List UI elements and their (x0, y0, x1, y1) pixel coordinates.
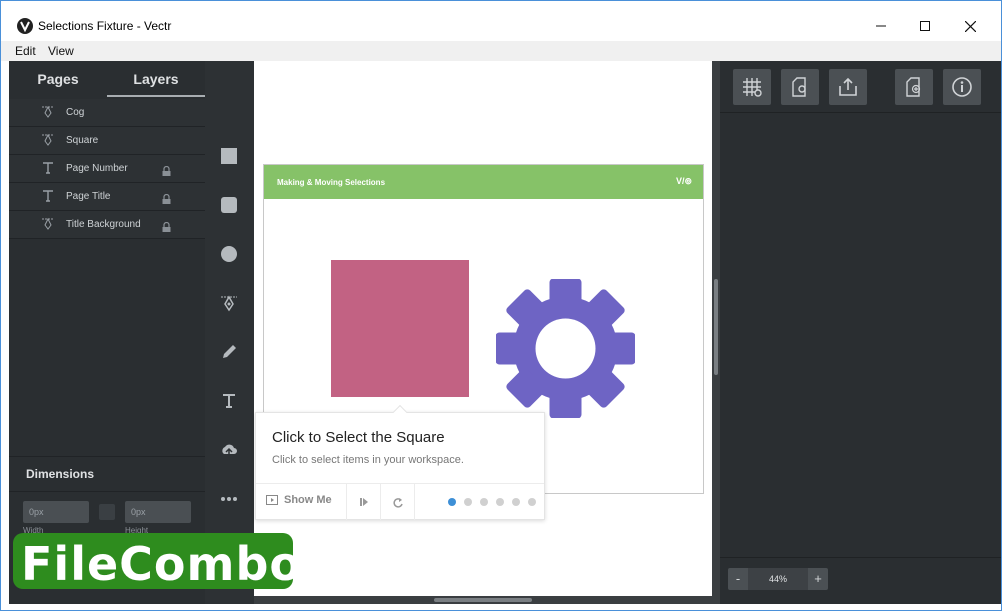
right-panel: - 44% + (720, 61, 1001, 604)
controls-divider (414, 484, 415, 520)
zoom-control: - 44% + (728, 568, 828, 590)
step-indicator (448, 498, 536, 506)
pen-tool-icon (41, 133, 55, 147)
text-icon (41, 161, 55, 175)
grid-settings-button[interactable] (733, 69, 771, 105)
layer-label: Title Background (66, 219, 141, 230)
text-tool-icon[interactable] (219, 391, 239, 411)
panel-tabs: Pages Layers (9, 61, 205, 97)
filecombo-watermark: FileCombo (13, 531, 301, 593)
info-icon (952, 77, 972, 97)
page-number[interactable]: V/⊚ (676, 176, 692, 187)
rectangle-tool-icon[interactable] (219, 146, 239, 166)
layer-label: Page Number (66, 163, 128, 174)
scroll-thumb[interactable] (434, 598, 532, 602)
link-dimensions-icon[interactable] (99, 504, 115, 520)
grid-settings-icon (743, 78, 762, 97)
minimize-button[interactable] (858, 13, 904, 39)
step-dot-active[interactable] (448, 498, 456, 506)
zoom-in-button[interactable]: + (808, 568, 828, 590)
pen-tool-icon[interactable] (219, 293, 239, 313)
zoom-out-button[interactable]: - (728, 568, 748, 590)
horizontal-scrollbar[interactable] (254, 596, 712, 604)
layers-list: Cog Square Page Number Page Title Title … (9, 99, 205, 239)
skip-forward-icon (359, 498, 368, 506)
cog-shape[interactable] (495, 278, 636, 419)
restart-button[interactable] (380, 484, 414, 520)
layer-item-square[interactable]: Square (9, 127, 205, 155)
layer-item-page-number[interactable]: Page Number (9, 155, 205, 183)
tutorial-popup: Click to Select the Square Click to sele… (255, 404, 545, 520)
page-title[interactable]: Making & Moving Selections (277, 178, 385, 187)
layer-item-cog[interactable]: Cog (9, 99, 205, 127)
rounded-rectangle-tool-icon[interactable] (219, 195, 239, 215)
tools-toolbar (205, 61, 254, 604)
dimensions-section-header: Dimensions (9, 456, 205, 492)
pen-tool-icon (41, 217, 55, 231)
title-background[interactable]: Making & Moving Selections V/⊚ (264, 165, 703, 199)
new-page-button[interactable] (895, 69, 933, 105)
more-tools-icon[interactable] (219, 489, 239, 509)
play-screen-icon (266, 495, 278, 505)
lock-icon[interactable] (162, 191, 171, 204)
scroll-thumb[interactable] (714, 279, 718, 375)
menu-edit[interactable]: Edit (15, 44, 36, 58)
upload-tool-icon[interactable] (219, 440, 239, 460)
pen-tool-icon (41, 105, 55, 119)
vertical-scrollbar[interactable] (712, 61, 720, 604)
text-icon (41, 189, 55, 203)
close-button[interactable] (947, 13, 993, 39)
ellipse-tool-icon[interactable] (219, 244, 239, 264)
layer-item-title-background[interactable]: Title Background (9, 211, 205, 239)
new-page-icon (906, 77, 921, 97)
step-dot[interactable] (480, 498, 488, 506)
dimensions-title: Dimensions (26, 467, 95, 481)
tutorial-subtitle: Click to select items in your workspace. (272, 454, 464, 466)
right-toolbar (720, 61, 1001, 113)
maximize-button[interactable] (902, 13, 948, 39)
lock-icon[interactable] (162, 163, 171, 176)
info-button[interactable] (943, 69, 981, 105)
step-dot[interactable] (464, 498, 472, 506)
layer-label: Page Title (66, 191, 111, 202)
step-dot[interactable] (528, 498, 536, 506)
menu-view[interactable]: View (48, 44, 74, 58)
step-dot[interactable] (512, 498, 520, 506)
tab-layers[interactable]: Layers (107, 61, 205, 97)
vectr-logo-icon (17, 18, 33, 34)
layer-label: Square (66, 135, 99, 146)
layer-label: Cog (66, 107, 85, 118)
menu-bar: Edit View (1, 41, 1001, 61)
pencil-tool-icon[interactable] (219, 342, 239, 362)
app-window: Selections Fixture - Vectr Edit View Pag… (0, 0, 1002, 611)
active-tab-indicator (107, 95, 205, 97)
export-button[interactable] (829, 69, 867, 105)
zoom-level[interactable]: 44% (748, 568, 808, 590)
tutorial-controls: Show Me (256, 483, 544, 520)
left-panel: Pages Layers Cog Square Page Number Page… (9, 61, 205, 604)
tutorial-title: Click to Select the Square (272, 429, 445, 446)
step-dot[interactable] (496, 498, 504, 506)
square-shape[interactable] (331, 260, 469, 397)
window-title: Selections Fixture - Vectr (38, 19, 172, 33)
layer-item-page-title[interactable]: Page Title (9, 183, 205, 211)
page-settings-button[interactable] (781, 69, 819, 105)
page-settings-icon (792, 77, 806, 97)
next-step-button[interactable] (346, 484, 380, 520)
redo-icon (392, 498, 403, 508)
show-me-button[interactable]: Show Me (266, 494, 332, 506)
export-icon (839, 77, 857, 96)
tab-pages[interactable]: Pages (9, 61, 107, 97)
height-field[interactable]: 0px (125, 501, 191, 523)
watermark-text: FileCombo (21, 537, 302, 591)
width-field[interactable]: 0px (23, 501, 89, 523)
title-bar: Selections Fixture - Vectr (1, 1, 1001, 41)
zoom-bar: - 44% + (720, 557, 1001, 604)
show-me-label: Show Me (284, 494, 332, 506)
lock-icon[interactable] (162, 219, 171, 232)
